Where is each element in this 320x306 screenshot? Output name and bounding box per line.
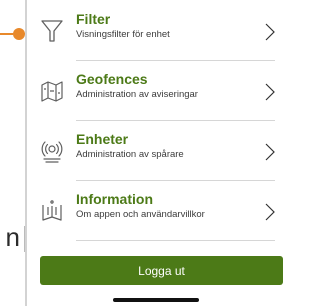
menu-item-subtitle: Om appen och användarvillkor xyxy=(76,209,205,220)
menu-separator xyxy=(76,120,275,121)
chevron-right-icon xyxy=(265,203,275,221)
filter-icon xyxy=(39,18,65,44)
menu-item-title: Information xyxy=(76,191,153,207)
menu-item-subtitle: Visningsfilter för enhet xyxy=(76,29,170,40)
logout-button[interactable]: Logga ut xyxy=(40,256,283,285)
home-indicator xyxy=(113,298,199,302)
menu-item-enheter[interactable]: Enheter Administration av spårare xyxy=(27,124,283,180)
chevron-right-icon xyxy=(265,143,275,161)
menu-item-subtitle: Administration av aviseringar xyxy=(76,89,198,100)
background-text-fragment: n xyxy=(5,222,20,252)
menu-item-title: Filter xyxy=(76,11,111,27)
highlight-dot xyxy=(13,28,25,40)
map-icon xyxy=(39,78,65,104)
menu-separator xyxy=(76,180,275,181)
info-book-icon xyxy=(39,198,65,224)
menu-item-title: Enheter xyxy=(76,131,129,147)
side-menu-panel: Filter Visningsfilter för enhet Geofence… xyxy=(27,0,283,306)
menu-item-geofences[interactable]: Geofences Administration av aviseringar xyxy=(27,64,283,120)
chevron-right-icon xyxy=(265,23,275,41)
menu-separator xyxy=(76,240,275,241)
menu-separator xyxy=(76,60,275,61)
chevron-right-icon xyxy=(265,83,275,101)
tracker-icon xyxy=(39,138,65,164)
menu-item-filter[interactable]: Filter Visningsfilter för enhet xyxy=(27,4,283,60)
accent-line-left xyxy=(0,33,13,35)
menu-item-information[interactable]: Information Om appen och användarvillkor xyxy=(27,184,283,240)
menu-item-title: Geofences xyxy=(76,71,148,87)
menu-item-subtitle: Administration av spårare xyxy=(76,149,184,160)
